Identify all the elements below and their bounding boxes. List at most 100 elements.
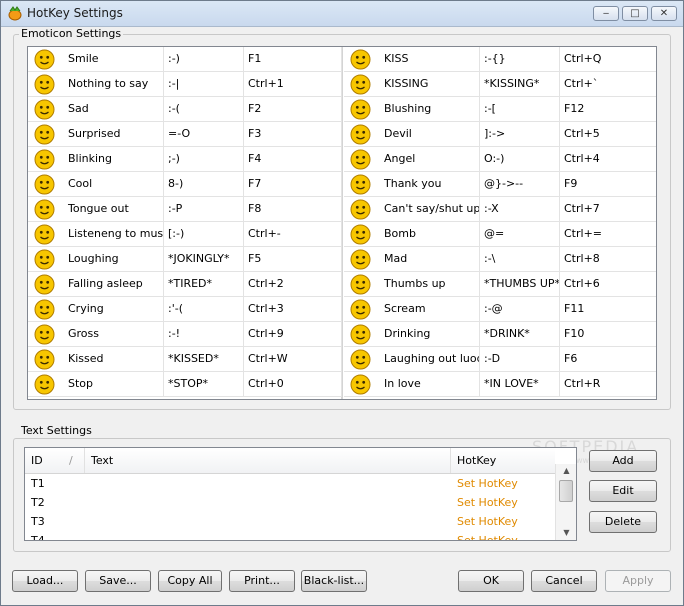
emoticon-row[interactable]: Blushing:-[F12 (344, 97, 656, 122)
emoticon-row[interactable]: Angel O:-) Ctrl+4 (344, 147, 656, 172)
emoticon-hotkey: Ctrl+2 (244, 272, 342, 296)
emoticon-code: *THUMBS UP* (480, 272, 560, 296)
emoticon-code: :-P (164, 197, 244, 221)
emoticon-grid[interactable]: Smile:-) F1 Nothing to say:-| Ctrl+1 Sad:-(F… (27, 46, 657, 400)
emoticon-row[interactable]: Nothing to say:-| Ctrl+1 (28, 72, 342, 97)
emoticon-hotkey: Ctrl+Q (560, 47, 656, 71)
emoticon-row[interactable]: Loughing *JOKINGLY* F5 (28, 247, 342, 272)
delete-button[interactable]: Delete (589, 511, 657, 533)
emoticon-name: Angel (380, 147, 480, 171)
emoticon-code: :-( (164, 97, 244, 121)
ok-button[interactable]: OK (458, 570, 524, 592)
emoticon-hotkey: Ctrl+3 (244, 297, 342, 321)
emoticon-name: Loughing (64, 247, 164, 271)
emoticon-code: *DRINK* (480, 322, 560, 346)
hotkey-settings-window: HotKey Settings ‒ □ ✕ Emoticon Settings … (0, 0, 684, 606)
list-item[interactable]: T4 Set HotKey (25, 531, 555, 540)
emoticon-hotkey: Ctrl+6 (560, 272, 656, 296)
column-header-text[interactable]: Text (85, 448, 451, 473)
emoticon-row[interactable]: Bomb @= Ctrl+= (344, 222, 656, 247)
emoticon-name: Mad (380, 247, 480, 271)
emoticon-row[interactable]: Devil]:-> Ctrl+5 (344, 122, 656, 147)
add-button[interactable]: Add (589, 450, 657, 472)
emoticon-code: :-| (164, 72, 244, 96)
set-hotkey-link[interactable]: Set HotKey (451, 474, 555, 493)
column-header-id[interactable]: ID / (25, 448, 85, 473)
thumbs-up-icon (350, 274, 371, 295)
emoticon-hotkey: F3 (244, 122, 342, 146)
emoticon-row[interactable]: Blinking ;-) F4 (28, 147, 342, 172)
row-text (85, 531, 451, 540)
emoticon-hotkey: Ctrl+W (244, 347, 342, 371)
emoticon-name: Nothing to say (64, 72, 164, 96)
close-icon: ✕ (659, 8, 669, 19)
scroll-thumb[interactable] (559, 480, 573, 502)
emoticon-settings-label: Emoticon Settings (19, 27, 124, 40)
emoticon-hotkey: F8 (244, 197, 342, 221)
minimize-button[interactable]: ‒ (593, 6, 619, 21)
emoticon-row[interactable]: Drinking *DRINK* F10 (344, 322, 656, 347)
emoticon-name: Cool (64, 172, 164, 196)
emoticon-row[interactable]: Thank you @}->-- F9 (344, 172, 656, 197)
load-button[interactable]: Load... (12, 570, 78, 592)
scroll-up-arrow-icon[interactable]: ▲ (556, 464, 576, 478)
emoticon-row[interactable]: Falling asleep *TIRED* Ctrl+2 (28, 272, 342, 297)
copy-all-button[interactable]: Copy All (158, 570, 222, 592)
listening-music-emoticon-icon (34, 224, 55, 245)
scroll-down-arrow-icon[interactable]: ▼ (556, 526, 576, 540)
close-button[interactable]: ✕ (651, 6, 677, 21)
text-hotkey-list[interactable]: ID / Text HotKey T1 Set HotKey T2 Set HotKe… (24, 447, 577, 541)
edit-button[interactable]: Edit (589, 480, 657, 502)
emoticon-name: Can't say/shut up (380, 197, 480, 221)
emoticon-row[interactable]: Crying:'-(Ctrl+3 (28, 297, 342, 322)
row-id: T1 (31, 477, 45, 490)
emoticon-row[interactable]: Gross:-! Ctrl+9 (28, 322, 342, 347)
emoticon-row[interactable]: Sad:-(F2 (28, 97, 342, 122)
maximize-button[interactable]: □ (622, 6, 648, 21)
emoticon-row[interactable]: Cool 8-) F7 (28, 172, 342, 197)
emoticon-row[interactable]: In love *IN LOVE* Ctrl+R (344, 372, 656, 397)
emoticon-row[interactable]: Kissed *KISSED* Ctrl+W (28, 347, 342, 372)
emoticon-row[interactable]: Smile:-) F1 (28, 47, 342, 72)
emoticon-hotkey: Ctrl+` (560, 72, 656, 96)
emoticon-code: ]:-> (480, 122, 560, 146)
sad-emoticon-icon (34, 99, 55, 120)
emoticon-row[interactable]: KISS:-{} Ctrl+Q (344, 47, 656, 72)
emoticon-row[interactable]: Mad:-\ Ctrl+8 (344, 247, 656, 272)
vertical-scrollbar[interactable]: ▲ ▼ (555, 464, 576, 540)
emoticon-row[interactable]: Stop *STOP* Ctrl+0 (28, 372, 342, 397)
emoticon-row[interactable]: Laughing out luod:-D F6 (344, 347, 656, 372)
emoticon-code: :-) (164, 47, 244, 71)
set-hotkey-link[interactable]: Set HotKey (451, 531, 555, 540)
emoticon-row[interactable]: KISSING *KISSING* Ctrl+` (344, 72, 656, 97)
emoticon-code: =-O (164, 122, 244, 146)
emoticon-name: Laughing out luod (380, 347, 480, 371)
blacklist-button[interactable]: Black-list... (301, 570, 367, 592)
emoticon-hotkey: F7 (244, 172, 342, 196)
title-bar[interactable]: HotKey Settings ‒ □ ✕ (1, 1, 683, 27)
save-button[interactable]: Save... (85, 570, 151, 592)
emoticon-code: *IN LOVE* (480, 372, 560, 396)
set-hotkey-link[interactable]: Set HotKey (451, 493, 555, 512)
emoticon-name: Scream (380, 297, 480, 321)
emoticon-row[interactable]: Tongue out:-P F8 (28, 197, 342, 222)
devil-emoticon-icon (350, 124, 371, 145)
bomb-icon (350, 224, 371, 245)
emoticon-row[interactable]: Can't say/shut up:-X Ctrl+7 (344, 197, 656, 222)
crying-emoticon-icon (34, 299, 55, 320)
list-item[interactable]: T2 Set HotKey (25, 493, 555, 512)
cancel-button[interactable]: Cancel (531, 570, 597, 592)
emoticon-name: Smile (64, 47, 164, 71)
emoticon-row[interactable]: Thumbs up *THUMBS UP* Ctrl+6 (344, 272, 656, 297)
laughing-emoticon-icon (34, 249, 55, 270)
emoticon-row[interactable]: Surprised =-O F3 (28, 122, 342, 147)
list-item[interactable]: T3 Set HotKey (25, 512, 555, 531)
print-button[interactable]: Print... (229, 570, 295, 592)
column-header-hotkey[interactable]: HotKey (451, 448, 555, 473)
emoticon-row[interactable]: Scream:-@ F11 (344, 297, 656, 322)
emoticon-hotkey: Ctrl+1 (244, 72, 342, 96)
emoticon-hotkey: F6 (560, 347, 656, 371)
emoticon-row[interactable]: Listeneng to musik [:-) Ctrl+- (28, 222, 342, 247)
set-hotkey-link[interactable]: Set HotKey (451, 512, 555, 531)
list-item[interactable]: T1 Set HotKey (25, 474, 555, 493)
